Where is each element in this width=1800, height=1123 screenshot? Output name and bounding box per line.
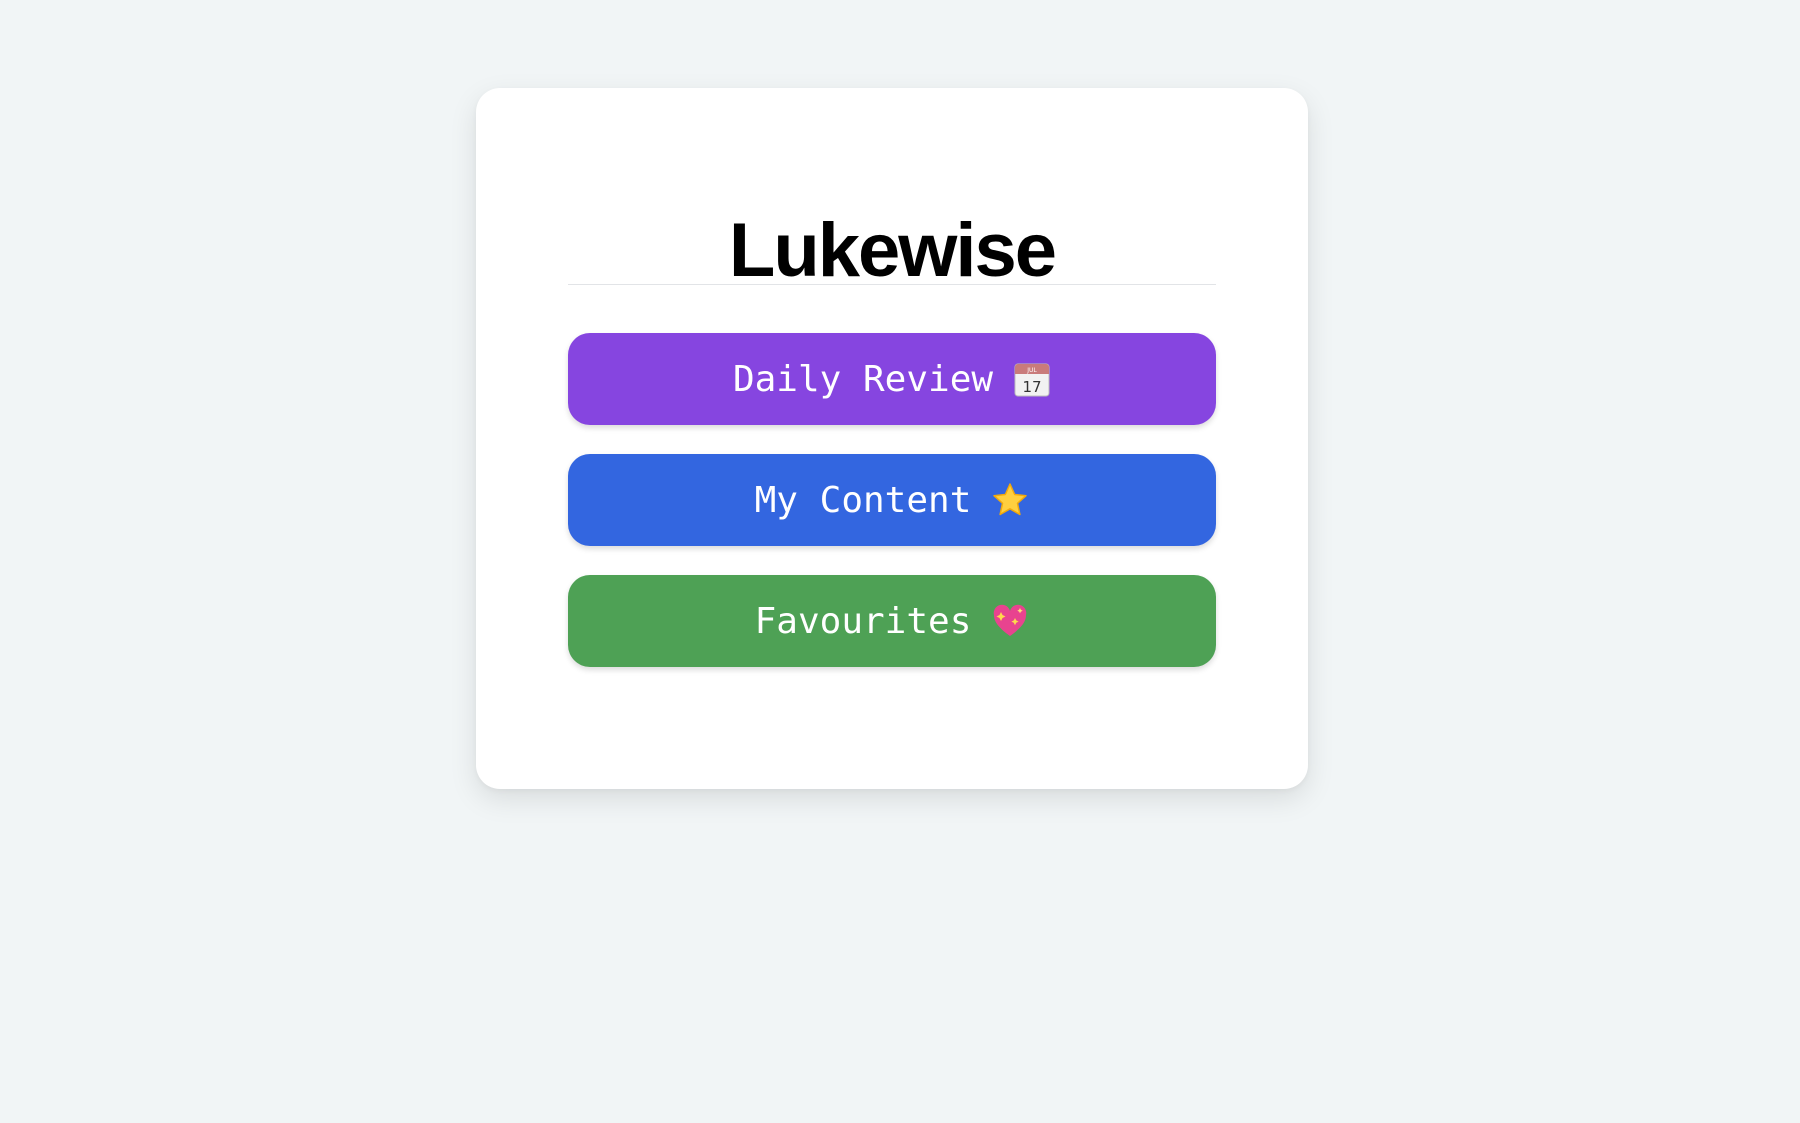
daily-review-label: Daily Review <box>732 358 994 400</box>
my-content-button[interactable]: My Content <box>568 454 1216 546</box>
svg-text:JUL: JUL <box>1026 367 1037 374</box>
title-divider <box>568 284 1216 285</box>
favourites-button[interactable]: Favourites <box>568 575 1216 667</box>
star-icon <box>991 481 1029 519</box>
daily-review-button[interactable]: Daily Review JUL 17 <box>568 333 1216 425</box>
main-card: Lukewise Daily Review JUL 17 My Content … <box>476 88 1308 789</box>
calendar-icon: JUL 17 <box>1013 360 1051 398</box>
sparkling-heart-icon <box>991 602 1029 640</box>
my-content-label: My Content <box>754 479 972 521</box>
favourites-label: Favourites <box>754 600 972 642</box>
svg-text:17: 17 <box>1023 378 1042 396</box>
page-title: Lukewise <box>728 208 1057 293</box>
